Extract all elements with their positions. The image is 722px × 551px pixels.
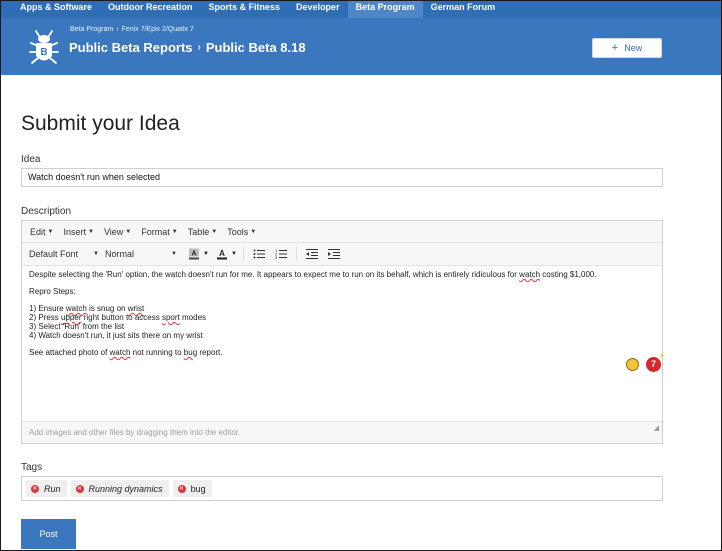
content-line: 1) Ensure watch is snug on wrist xyxy=(29,304,145,313)
menu-insert[interactable]: Insert ▼ xyxy=(58,227,98,237)
resize-handle-icon[interactable]: ◢ xyxy=(654,418,659,440)
description-label: Description xyxy=(21,206,72,217)
breadcrumb: Beta Program › Fenix 7/Epix 2/Quatix 7 xyxy=(70,26,194,33)
breadcrumb-separator: › xyxy=(116,26,119,33)
nav-item-apps-software[interactable]: Apps & Software xyxy=(1,1,100,18)
sparkle-icon: ✦ xyxy=(659,353,665,360)
idea-input[interactable]: Watch doesn't run when selected xyxy=(21,168,663,187)
remove-tag-icon[interactable]: ✕ xyxy=(31,484,39,493)
caret-down-icon: ▼ xyxy=(211,229,218,236)
content-paragraph: Repro Steps: xyxy=(29,287,76,296)
caret-down-icon: ▼ xyxy=(93,251,99,257)
page-heading: Public Beta Reports › Public Beta 8.18 xyxy=(69,40,306,55)
content-line: 2) Press upper right button to access sp… xyxy=(29,313,207,322)
content-paragraph: Despite selecting the 'Run' option, the … xyxy=(29,270,597,279)
editor-toolbar: Default Font ▼ Normal ▼ A ▼ A ▼ 123 xyxy=(22,243,662,266)
outdent-icon[interactable] xyxy=(305,247,319,261)
spellcheck-badge-icon[interactable]: 7 ✦ xyxy=(646,353,665,372)
tag-chip: ✕ bug xyxy=(172,480,212,497)
new-button[interactable]: + New xyxy=(592,38,662,58)
editor-menubar: Edit ▼ Insert ▼ View ▼ Format ▼ Table ▼ Tools… xyxy=(22,221,662,243)
breadcrumb-item-fenix[interactable]: Fenix 7/Epix 2/Quatix 7 xyxy=(122,26,194,33)
breadcrumb-item-beta-program[interactable]: Beta Program xyxy=(70,26,113,33)
editor-content[interactable]: Despite selecting the 'Run' option, the … xyxy=(22,266,662,422)
svg-text:A: A xyxy=(219,249,225,258)
tags-input[interactable]: ✕ Run ✕ Running dynamics ✕ bug xyxy=(21,476,663,501)
caret-down-icon: ▼ xyxy=(171,251,177,257)
nav-item-sports-fitness[interactable]: Sports & Fitness xyxy=(201,1,289,18)
description-editor: Edit ▼ Insert ▼ View ▼ Format ▼ Table ▼ Tools… xyxy=(21,220,665,444)
plus-icon: + xyxy=(611,42,619,54)
caret-down-icon[interactable]: ▼ xyxy=(203,251,209,257)
remove-tag-icon[interactable]: ✕ xyxy=(177,484,186,493)
svg-text:B: B xyxy=(40,47,47,58)
file-dropzone[interactable]: Add images and other files by dragging t… xyxy=(22,421,662,443)
toolbar-divider xyxy=(295,247,297,261)
font-family-select[interactable]: Default Font ▼ xyxy=(29,249,99,259)
grammar-helper-icon[interactable] xyxy=(626,358,639,371)
nav-item-german-forum[interactable]: German Forum xyxy=(423,1,504,18)
nav-item-outdoor-recreation[interactable]: Outdoor Recreation xyxy=(100,1,201,18)
menu-format[interactable]: Format ▼ xyxy=(136,227,182,237)
numbered-list-icon[interactable]: 123 xyxy=(274,247,288,261)
page-title: Submit your Idea xyxy=(21,112,180,135)
caret-down-icon: ▼ xyxy=(171,229,178,236)
remove-tag-icon[interactable]: ✕ xyxy=(75,484,84,493)
idea-label: Idea xyxy=(21,154,41,165)
chevron-right-icon: › xyxy=(197,42,201,53)
content-line: 3) Select 'Run' from the list xyxy=(29,322,125,331)
caret-down-icon: ▼ xyxy=(87,229,94,236)
nav-item-developer[interactable]: Developer xyxy=(288,1,348,18)
svg-text:3: 3 xyxy=(275,255,278,260)
tags-label: Tags xyxy=(21,462,43,473)
caret-down-icon: ▼ xyxy=(47,229,54,236)
svg-text:A: A xyxy=(191,251,196,258)
content-line: 4) Watch doesn't run, it just sits there… xyxy=(29,331,203,340)
toolbar-divider xyxy=(242,247,244,261)
content-paragraph: See attached photo of watch not running … xyxy=(29,348,223,357)
menu-table[interactable]: Table ▼ xyxy=(183,227,222,237)
menu-tools[interactable]: Tools ▼ xyxy=(222,227,261,237)
title-parent-link[interactable]: Public Beta Reports xyxy=(69,40,193,55)
font-size-select[interactable]: Normal ▼ xyxy=(105,249,177,259)
bullet-list-icon[interactable] xyxy=(252,247,266,261)
top-nav: Apps & Software Outdoor Recreation Sport… xyxy=(1,1,721,18)
tag-chip: ✕ Run xyxy=(26,480,67,497)
new-button-label: New xyxy=(624,43,643,53)
text-color-icon[interactable]: A xyxy=(215,247,229,261)
caret-down-icon: ▼ xyxy=(125,229,132,236)
header-banner: B Beta Program › Fenix 7/Epix 2/Quatix 7 P… xyxy=(1,18,721,75)
menu-edit[interactable]: Edit ▼ xyxy=(25,227,58,237)
caret-down-icon[interactable]: ▼ xyxy=(231,251,237,257)
title-current: Public Beta 8.18 xyxy=(205,40,306,55)
caret-down-icon: ▼ xyxy=(250,229,257,236)
post-button[interactable]: Post xyxy=(21,519,76,549)
menu-view[interactable]: View ▼ xyxy=(99,227,136,237)
highlight-color-icon[interactable]: A xyxy=(187,247,201,261)
bug-icon: B xyxy=(29,30,59,64)
tag-chip: ✕ Running dynamics xyxy=(70,480,169,497)
indent-icon[interactable] xyxy=(327,247,341,261)
nav-item-beta-program[interactable]: Beta Program xyxy=(347,1,423,18)
